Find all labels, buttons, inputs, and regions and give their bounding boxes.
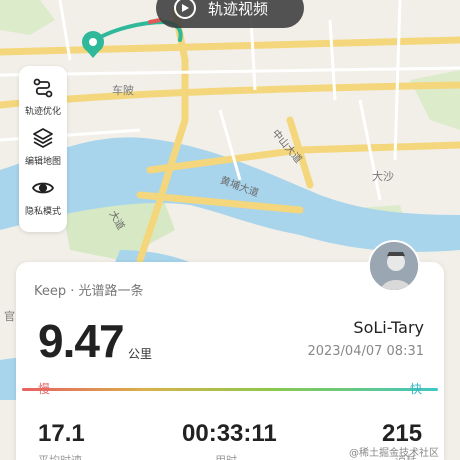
- avg-speed-label: 平均时速: [38, 452, 82, 460]
- privacy-mode-button[interactable]: 隐私模式: [19, 176, 67, 226]
- route-optimize-icon: [31, 76, 55, 100]
- route-video-label: 轨迹视频: [208, 0, 269, 18]
- layers-icon: [31, 126, 55, 150]
- workout-datetime: 2023/04/07 08:31: [307, 344, 424, 359]
- map-label-dasha: 大沙: [372, 170, 394, 183]
- distance-unit: 公里: [128, 347, 153, 361]
- privacy-mode-label: 隐私模式: [24, 207, 61, 217]
- speed-gradient-bar: [22, 388, 438, 391]
- edit-map-button[interactable]: 编辑地图: [19, 126, 67, 176]
- username: SoLi-Tary: [353, 318, 424, 337]
- avg-speed-value: 17.1: [38, 420, 85, 447]
- eye-icon: [31, 176, 55, 200]
- duration-value: 00:33:11: [182, 420, 277, 447]
- avatar[interactable]: [368, 240, 420, 292]
- speed-slow-label: 慢: [38, 382, 51, 396]
- route-video-button[interactable]: 轨迹视频: [156, 0, 304, 28]
- route-optimize-button[interactable]: 轨迹优化: [19, 76, 67, 126]
- watermark: @稀土掘金技术社区: [349, 448, 439, 459]
- play-icon: [174, 0, 196, 19]
- route-optimize-label: 轨迹优化: [24, 107, 61, 117]
- map-label-chebei: 车陂: [112, 84, 134, 97]
- map-label-guan: 官: [4, 310, 15, 323]
- workout-source: Keep · 光谱路一条: [34, 284, 144, 299]
- duration-label: 用时: [215, 452, 237, 460]
- distance-value: 9.47: [38, 315, 125, 367]
- map-tools-panel: 轨迹优化 编辑地图 隐私模式: [19, 66, 67, 232]
- edit-map-label: 编辑地图: [24, 157, 61, 167]
- speed-fast-label: 快: [410, 382, 423, 396]
